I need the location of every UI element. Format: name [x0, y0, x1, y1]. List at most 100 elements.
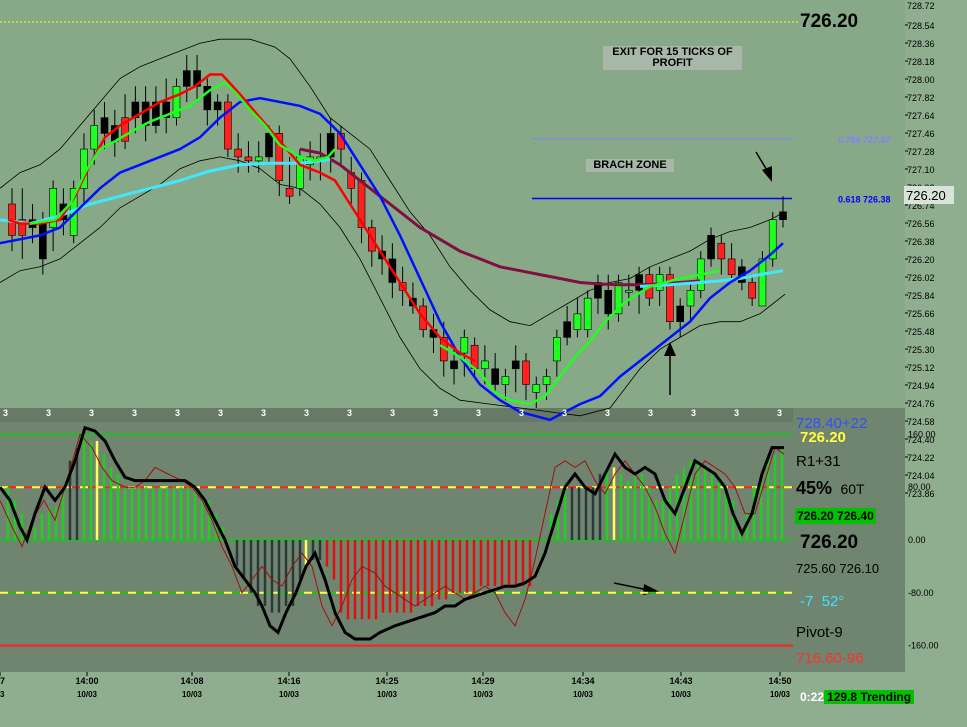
- candle-body: [511, 360, 520, 370]
- date-tick-label: 10/03: [573, 690, 594, 699]
- candle-body: [624, 290, 633, 293]
- last-price-axis-label: 726.20: [906, 188, 946, 203]
- osc-top-marker: 3: [3, 408, 8, 418]
- candle-body: [265, 133, 273, 158]
- status-trend: 129.8 Trending: [824, 690, 915, 704]
- candle-body: [542, 376, 551, 385]
- time-tick-label: 37: [0, 676, 5, 686]
- osc-top-marker: 3: [734, 408, 739, 418]
- candle-body: [481, 360, 489, 370]
- candle-body: [39, 219, 47, 260]
- candle-body: [213, 101, 222, 111]
- osc-top-marker: 3: [304, 408, 309, 418]
- osc-top-marker: 3: [132, 408, 137, 418]
- candle-body: [748, 282, 756, 299]
- price-tick: 725.30: [907, 345, 935, 355]
- price-tick: 724.22: [907, 453, 935, 463]
- candle-body: [450, 360, 458, 370]
- status-timer: 0:22: [800, 690, 825, 704]
- candle-body: [501, 376, 510, 385]
- date-tick-label: 10/03: [279, 690, 300, 699]
- price-tick: 725.84: [907, 291, 935, 301]
- chart-canvas: 0.786 727.07 0.618 726.38 728.72 728.54 728…: [0, 1, 954, 699]
- osc-top-marker: 3: [261, 408, 266, 418]
- moving-averages: [0, 73, 784, 422]
- time-tick-label: 14:25: [375, 676, 398, 686]
- time-tick-label: 14:16: [277, 676, 300, 686]
- exit-annotation: EXIT FOR 15 TICKS OF PROFIT: [603, 46, 742, 70]
- oscillator: 3 3 3 3 3 3 3 3 3 3 3 3 3 3 3 3 3 3 3: [0, 408, 793, 647]
- date-tick-label: 10/03: [671, 690, 692, 699]
- candle-body: [100, 117, 109, 134]
- green-ma-right: [439, 269, 721, 406]
- candle-body: [285, 188, 294, 197]
- osc-top-marker: 3: [605, 408, 610, 418]
- price-tick: 727.46: [907, 129, 935, 139]
- current-price-label: 726.20: [800, 11, 859, 32]
- osc-top-marker: 3: [433, 408, 438, 418]
- fib-level-label: 0.618 726.38: [838, 195, 891, 205]
- price-tick: 728.00: [907, 75, 935, 85]
- date-tick-label: 10/03: [77, 690, 98, 699]
- candle-body: [676, 305, 685, 322]
- candle-body: [779, 211, 787, 220]
- candle-body: [460, 337, 469, 354]
- time-tick-label: 14:29: [471, 676, 494, 686]
- osc-tick: -80.00: [908, 588, 934, 598]
- price-tick: 726.56: [907, 219, 935, 229]
- price-tick: 726.20: [907, 255, 935, 265]
- info-percent: 45% 60T: [796, 478, 865, 498]
- osc-top-marker: 3: [562, 408, 567, 418]
- time-tick-label: 14:43: [669, 676, 692, 686]
- time-tick-label: 14:34: [571, 676, 594, 686]
- price-tick: 727.28: [907, 147, 935, 157]
- price-tick: 726.38: [907, 237, 935, 247]
- candle-body: [604, 290, 613, 315]
- info-r1: R1+31: [796, 453, 841, 470]
- candle-body: [635, 274, 643, 291]
- candle-body: [553, 337, 561, 362]
- osc-top-marker: 3: [476, 408, 481, 418]
- price-tick: 728.54: [907, 21, 935, 31]
- info-price-big: 726.20: [800, 532, 859, 553]
- bollinger-bands: [0, 38, 786, 417]
- brach-zone-annotation: BRACH ZONE: [586, 159, 674, 172]
- osc-top-marker: 3: [347, 408, 352, 418]
- price-tick: 727.10: [907, 165, 935, 175]
- date-tick-label: 10/03: [770, 690, 791, 699]
- candle-body: [234, 148, 242, 158]
- up-arrow-head: [664, 342, 676, 356]
- date-tick-label: 10/03: [182, 690, 203, 699]
- info-angle: -7 52°: [800, 593, 845, 610]
- price-tick: 728.36: [907, 39, 935, 49]
- info-range: 725.60 726.10: [796, 561, 880, 576]
- down-arrow-head: [762, 166, 772, 182]
- price-tick: 724.76: [907, 399, 935, 409]
- time-tick-label: 14:00: [75, 676, 98, 686]
- info-bid-ask: 726.20 726.40: [795, 508, 876, 524]
- price-tick: 728.72: [907, 1, 935, 11]
- osc-top-marker: 3: [519, 408, 524, 418]
- date-tick-label: 10/03: [473, 690, 494, 699]
- price-tick: 724.94: [907, 381, 935, 391]
- osc-top-marker: 3: [46, 408, 51, 418]
- price-tick: 725.12: [907, 363, 935, 373]
- time-tick-label: 14:08: [180, 676, 203, 686]
- date-tick-label: 03: [0, 690, 5, 699]
- osc-top-marker: 3: [218, 408, 223, 418]
- candle-body: [573, 313, 582, 330]
- osc-top-marker: 3: [648, 408, 653, 418]
- candle-body: [522, 360, 530, 385]
- price-axis-ticks: 728.72 728.54 728.36 728.18 728.00 727.82 727.…: [904, 1, 954, 499]
- osc-tick: -160.00: [908, 641, 939, 651]
- candle-body: [727, 258, 736, 275]
- osc-tick: 80.00: [908, 482, 931, 492]
- osc-tick: 0.00: [908, 535, 926, 545]
- date-tick-label: 10/03: [377, 690, 398, 699]
- info-pivot: Pivot-9: [796, 624, 843, 641]
- candle-body: [717, 242, 726, 260]
- fib-level-label: 0.786 727.07: [838, 135, 891, 145]
- price-tick: 726.02: [907, 273, 935, 283]
- price-tick: 727.64: [907, 111, 935, 121]
- candle-body: [758, 258, 767, 307]
